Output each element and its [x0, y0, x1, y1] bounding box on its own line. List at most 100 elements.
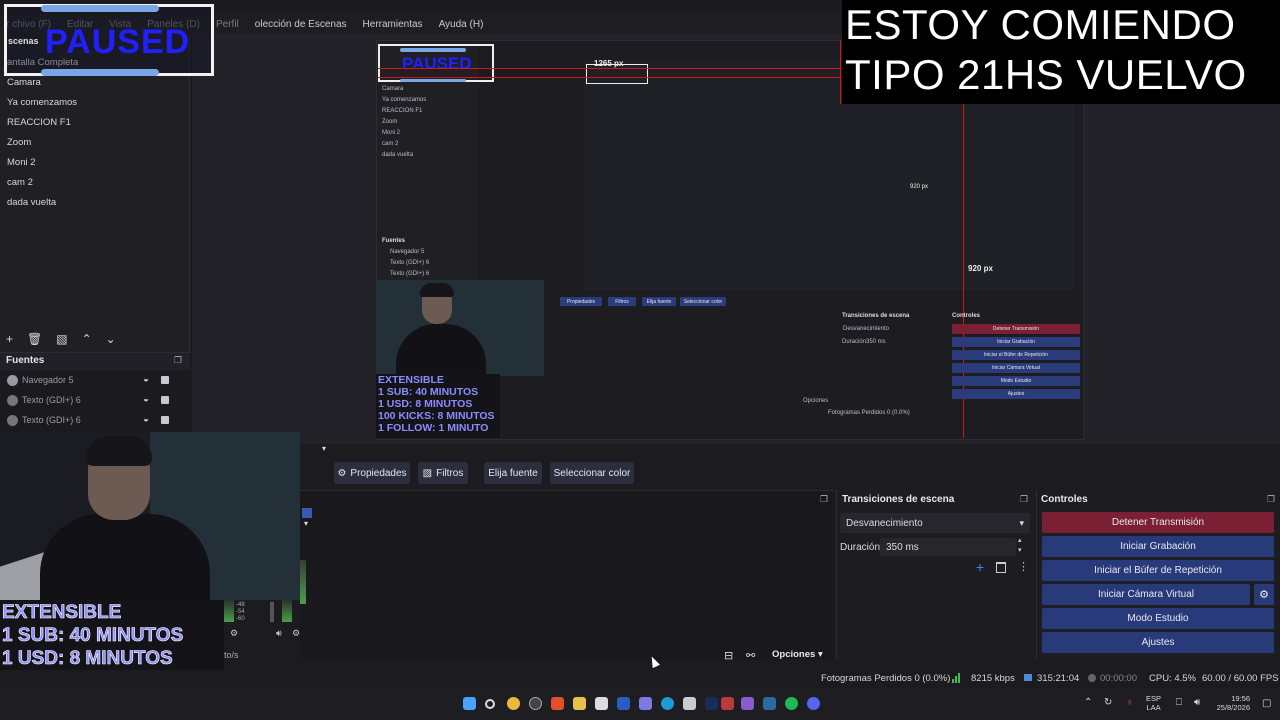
eye-hidden-icon[interactable]: ◒: [143, 374, 149, 385]
lock-icon[interactable]: [161, 416, 169, 424]
link-icon[interactable]: ⚯: [746, 649, 755, 662]
clock[interactable]: 19:56 25/8/2026: [1214, 694, 1250, 712]
eye-hidden-icon[interactable]: ◒: [143, 394, 149, 405]
filter-icon[interactable]: ▧: [56, 332, 67, 346]
virtualcam-settings-icon[interactable]: ⚙: [1254, 584, 1274, 605]
chevron-down-icon[interactable]: ▾: [322, 444, 326, 453]
edge-icon[interactable]: [661, 697, 674, 710]
scene-item[interactable]: Camara: [7, 77, 41, 88]
options-label: Opciones: [772, 649, 816, 660]
menu-profile[interactable]: Perfil: [216, 19, 239, 30]
app-icon[interactable]: [595, 697, 608, 710]
choose-source-button[interactable]: Elija fuente: [484, 462, 542, 484]
studio-mode-button[interactable]: Modo Estudio: [1042, 608, 1274, 629]
app-icon[interactable]: [721, 697, 734, 710]
add-transition-icon[interactable]: +: [976, 560, 984, 574]
scene-toolbar: + 🗑︎ ▧ ⌃ ⌄: [0, 330, 190, 348]
app-icon[interactable]: [639, 697, 652, 710]
volume-icon[interactable]: 🔊︎: [1194, 697, 1200, 708]
nested-transitions-title: Transiciones de escena: [842, 313, 910, 319]
scene-item[interactable]: REACCION F1: [7, 117, 71, 128]
notification-icon[interactable]: ▢: [1262, 698, 1271, 709]
sync-icon[interactable]: ↻: [1104, 697, 1112, 708]
duration-input[interactable]: 350 ms: [880, 538, 1016, 556]
settings-icon[interactable]: ⚙: [230, 628, 238, 639]
menu-help[interactable]: Ayuda (H): [439, 19, 484, 30]
menu-tools[interactable]: Herramientas: [363, 19, 423, 30]
settings-icon[interactable]: ⚙: [292, 628, 300, 639]
chevron-down-icon[interactable]: ▾: [1018, 546, 1022, 556]
obs-icon[interactable]: [529, 697, 542, 710]
start-recording-button[interactable]: Iniciar Grabación: [1042, 536, 1274, 557]
filters-label: Filtros: [436, 467, 464, 479]
windows-start-icon[interactable]: [463, 697, 476, 710]
more-options-icon[interactable]: ⋮: [1018, 560, 1029, 573]
dock-float-icon[interactable]: ❐: [174, 355, 182, 366]
source-item[interactable]: Navegador 5 ◒: [0, 371, 190, 391]
nested-paused-text: PAUSED: [402, 54, 472, 73]
source-label: Navegador 5: [22, 375, 74, 385]
meter-scale-label: -48: [236, 602, 245, 608]
nested-donation-line: 1 USD: 8 MINUTOS: [378, 398, 473, 410]
dock-float-icon[interactable]: ❐: [1020, 494, 1028, 505]
filters-button[interactable]: ▧ Filtros: [418, 462, 468, 484]
network-icon[interactable]: ⎕: [1176, 697, 1182, 708]
cpu-usage: CPU: 4.5%: [1149, 673, 1196, 684]
eye-hidden-icon[interactable]: ◒: [143, 414, 149, 425]
app-icon[interactable]: [683, 697, 696, 710]
stop-stream-button[interactable]: Detener Transmisión: [1042, 512, 1274, 533]
discord-icon[interactable]: [807, 697, 820, 710]
source-item[interactable]: Texto (GDI+) 6 ◒: [0, 391, 190, 411]
microphone-icon[interactable]: ♁: [1126, 697, 1134, 708]
word-icon[interactable]: [617, 697, 630, 710]
brave-icon[interactable]: [551, 697, 564, 710]
scene-item[interactable]: Moni 2: [7, 157, 36, 168]
scene-item[interactable]: cam 2: [7, 177, 33, 188]
scene-item[interactable]: Zoom: [7, 137, 31, 148]
lock-icon[interactable]: [161, 376, 169, 384]
chevron-up-icon[interactable]: ⌃: [82, 332, 92, 346]
add-icon[interactable]: +: [6, 332, 13, 346]
search-icon[interactable]: [485, 699, 495, 709]
paused-text: PAUSED: [45, 23, 191, 61]
menu-scene-collection[interactable]: olección de Escenas: [255, 19, 347, 30]
scene-item[interactable]: dada vuelta: [7, 197, 56, 208]
dropped-frames: Fotogramas Perdidos 0 (0.0%): [821, 673, 951, 684]
properties-button[interactable]: ⚙ Propiedades: [334, 462, 410, 484]
meter-scale-label: -54: [236, 609, 245, 615]
signal-icon: [952, 673, 962, 683]
spotify-icon[interactable]: [785, 697, 798, 710]
folder-icon[interactable]: [573, 697, 586, 710]
volume-slider[interactable]: [270, 602, 274, 622]
start-virtual-camera-button[interactable]: Iniciar Cámara Virtual: [1042, 584, 1250, 605]
select-color-button[interactable]: Seleccionar color: [550, 462, 634, 484]
lock-icon[interactable]: [161, 396, 169, 404]
steam-icon[interactable]: [763, 697, 776, 710]
donation-line: EXTENSIBLE: [2, 602, 122, 624]
nested-scene-item: Zoom: [382, 119, 398, 125]
scene-item[interactable]: Ya comenzamos: [7, 97, 77, 108]
app-icon[interactable]: [741, 697, 754, 710]
tray-chevron-icon[interactable]: ⌃: [1084, 697, 1092, 708]
trash-icon[interactable]: 🗑︎: [27, 332, 42, 346]
gear-icon: ⚙: [337, 467, 347, 479]
speaker-icon[interactable]: 🔊︎: [276, 628, 282, 639]
scenes-title: scenas: [8, 36, 39, 46]
options-dropdown[interactable]: Opciones ▾: [772, 649, 823, 660]
chevron-down-icon[interactable]: ⌄: [106, 332, 116, 346]
photoshop-icon[interactable]: [705, 697, 718, 710]
chevron-down-icon[interactable]: ▾: [304, 519, 308, 528]
dock-float-icon[interactable]: ❐: [820, 494, 828, 505]
context-bar: ▾: [300, 444, 840, 456]
chevron-up-icon[interactable]: ▴: [1018, 536, 1022, 546]
language-indicator[interactable]: ESP LAA: [1146, 694, 1161, 712]
transition-select[interactable]: Desvanecimiento ▾: [840, 513, 1030, 533]
start-replay-buffer-button[interactable]: Iniciar el Búfer de Repetición: [1042, 560, 1274, 581]
trash-icon[interactable]: [996, 562, 1006, 573]
source-item[interactable]: Texto (GDI+) 6 ◒: [0, 411, 190, 431]
duration-stepper[interactable]: ▴ ▾: [1018, 536, 1022, 556]
settings-button[interactable]: Ajustes: [1042, 632, 1274, 653]
chrome-icon[interactable]: [507, 697, 520, 710]
dock-float-icon[interactable]: ❐: [1267, 494, 1275, 505]
layout-icon[interactable]: ⊟: [724, 649, 733, 662]
